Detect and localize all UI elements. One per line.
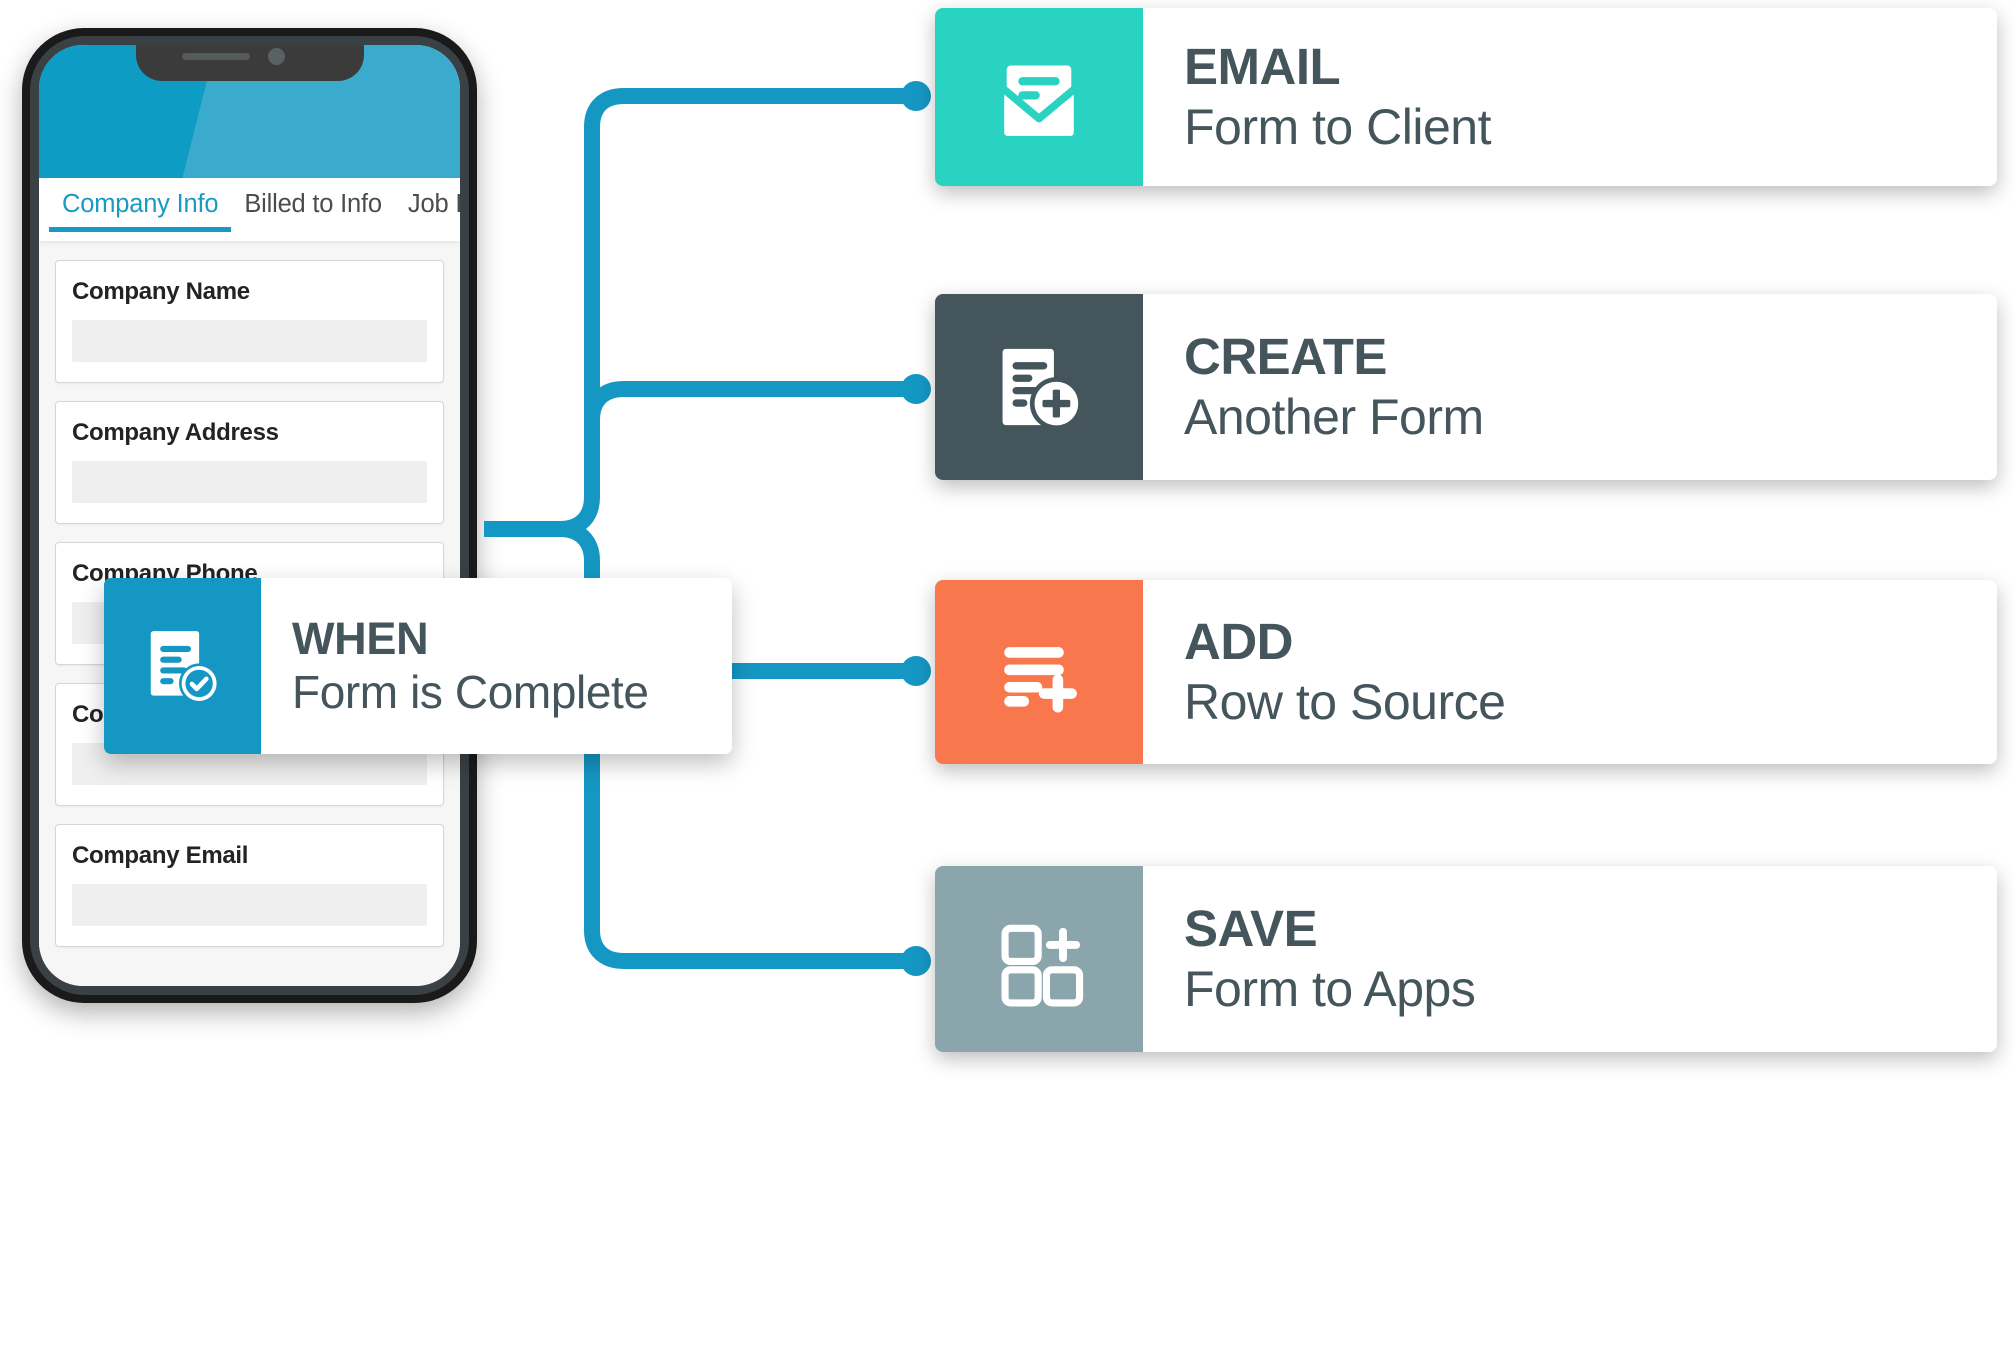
envelope-document-icon	[935, 8, 1143, 186]
action-card-add[interactable]: ADD Row to Source	[935, 580, 1997, 764]
document-check-icon	[104, 578, 261, 754]
connector-to-email	[559, 88, 912, 537]
action-card-email[interactable]: EMAIL Form to Client	[935, 8, 1997, 186]
trigger-subtitle: Form is Complete	[292, 665, 649, 718]
tab-job-info[interactable]: Job Info	[395, 178, 460, 219]
tab-billed-to-info[interactable]: Billed to Info	[231, 178, 395, 219]
action-card-create[interactable]: CREATE Another Form	[935, 294, 1997, 480]
connector-to-create	[584, 381, 912, 421]
phone-screen: Company Info Billed to Info Job Info Com…	[39, 45, 460, 986]
connector-endpoint-email	[901, 81, 931, 111]
trigger-card-when[interactable]: WHEN Form is Complete	[104, 578, 732, 754]
document-plus-icon	[935, 294, 1143, 480]
action-card-text: SAVE Form to Apps	[1143, 866, 1997, 1052]
connector-endpoint-add	[901, 656, 931, 686]
action-subtitle: Form to Apps	[1184, 961, 1476, 1018]
form-field-company-address[interactable]: Company Address	[55, 401, 444, 524]
tab-company-info[interactable]: Company Info	[49, 178, 232, 232]
trigger-card-text: WHEN Form is Complete	[261, 578, 732, 754]
field-label: Company Address	[72, 419, 279, 446]
form-field-company-name[interactable]: Company Name	[55, 260, 444, 383]
action-subtitle: Form to Client	[1184, 99, 1491, 156]
action-title: CREATE	[1184, 327, 1387, 385]
trigger-title: WHEN	[292, 612, 429, 664]
earpiece-speaker-icon	[181, 53, 250, 60]
action-subtitle: Row to Source	[1184, 674, 1506, 731]
tab-label: Billed to Info	[244, 190, 382, 218]
field-label: Company Email	[72, 842, 249, 869]
action-card-text: EMAIL Form to Client	[1143, 8, 1997, 186]
company-email-input[interactable]	[72, 884, 427, 926]
action-card-text: ADD Row to Source	[1143, 580, 1997, 764]
company-address-input[interactable]	[72, 461, 427, 503]
action-subtitle: Another Form	[1184, 389, 1484, 446]
grid-plus-icon	[935, 866, 1143, 1052]
list-plus-icon	[935, 580, 1143, 764]
action-title: EMAIL	[1184, 37, 1341, 95]
connector-endpoint-create	[901, 374, 931, 404]
phone-notch	[135, 45, 364, 81]
action-card-text: CREATE Another Form	[1143, 294, 1997, 480]
phone-mockup: Company Info Billed to Info Job Info Com…	[22, 28, 477, 1003]
tab-label: Job Info	[407, 190, 460, 218]
action-title: ADD	[1184, 612, 1294, 670]
company-name-input[interactable]	[72, 320, 427, 362]
form-field-company-email[interactable]: Company Email	[55, 824, 444, 947]
field-label: Company Name	[72, 278, 250, 305]
action-card-save[interactable]: SAVE Form to Apps	[935, 866, 1997, 1052]
action-title: SAVE	[1184, 899, 1318, 957]
tab-label: Company Info	[62, 190, 219, 218]
connector-endpoint-save	[901, 946, 931, 976]
front-camera-icon	[267, 48, 285, 65]
workflow-diagram: Company Info Billed to Info Job Info Com…	[0, 0, 2015, 1360]
form-tabbar: Company Info Billed to Info Job Info	[39, 178, 460, 241]
